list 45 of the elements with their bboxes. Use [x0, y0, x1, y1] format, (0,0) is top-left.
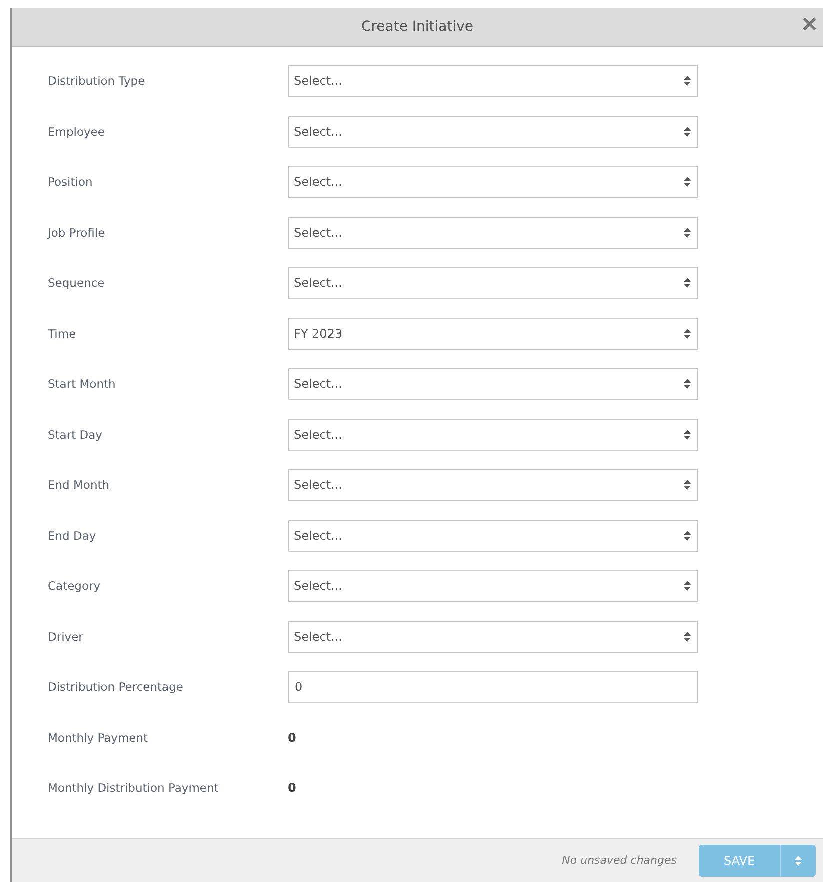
field-label: End Day: [48, 528, 98, 543]
field-label: End Month: [48, 478, 111, 492]
select-field[interactable]: Select...: [288, 418, 698, 451]
field-value: 0: [288, 781, 296, 796]
up-down-icon: [684, 530, 691, 541]
up-down-icon: [684, 328, 691, 339]
up-down-icon: [684, 581, 691, 592]
field-label: Monthly Distribution Payment: [48, 781, 220, 796]
field-label: Distribution Type: [48, 74, 146, 88]
field-label: Time: [48, 326, 78, 341]
select-field[interactable]: FY 2023: [288, 318, 698, 350]
field-label: Driver: [48, 630, 84, 644]
field-label: Position: [48, 175, 94, 190]
up-down-icon: [684, 177, 691, 188]
field-label: Monthly Payment: [48, 730, 150, 745]
field-label: Job Profile: [48, 226, 106, 240]
up-down-icon: [684, 480, 691, 490]
select-field[interactable]: Select...: [288, 520, 698, 552]
select-field[interactable]: Select...: [288, 267, 698, 300]
select-field[interactable]: Select...: [288, 620, 698, 653]
up-down-icon: [684, 632, 691, 642]
save-status: No unsaved changes: [562, 854, 677, 867]
select-field[interactable]: Select...: [288, 166, 698, 198]
field-label: Employee: [48, 124, 106, 139]
up-down-icon: [684, 126, 691, 137]
up-down-icon: [684, 228, 691, 238]
field-label: Sequence: [48, 276, 106, 290]
select-field[interactable]: Select...: [288, 65, 698, 98]
select-field[interactable]: Select...: [288, 116, 698, 148]
field-value: 0: [288, 730, 296, 745]
up-down-icon: [684, 379, 691, 390]
field-label: Start Month: [48, 377, 117, 392]
field-label: Category: [48, 579, 102, 594]
dialog-title: Create Initiative: [361, 19, 474, 35]
select-field[interactable]: Select...: [288, 368, 698, 400]
input-field[interactable]: 0: [288, 671, 698, 704]
up-down-icon: [684, 430, 691, 440]
field-label: Start Day: [48, 428, 104, 442]
up-down-icon: [795, 856, 802, 866]
up-down-icon: [684, 278, 691, 288]
select-field[interactable]: Select...: [288, 469, 698, 502]
select-field[interactable]: Select...: [288, 216, 698, 249]
field-label: Distribution Percentage: [48, 680, 184, 694]
select-field[interactable]: Select...: [288, 570, 698, 602]
up-down-icon: [684, 76, 691, 86]
